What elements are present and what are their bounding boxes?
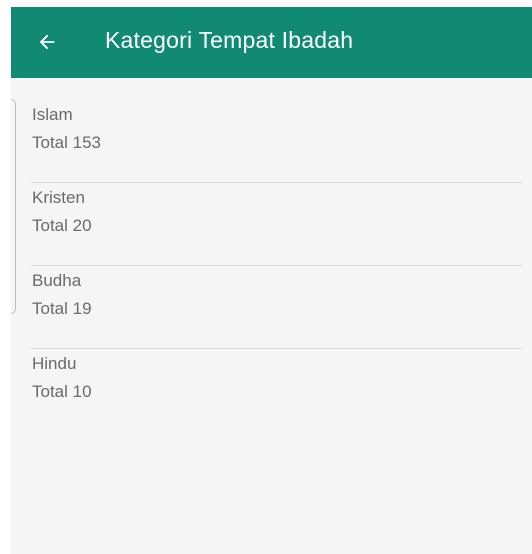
arrow-left-icon xyxy=(39,34,55,50)
item-name: Kristen xyxy=(32,188,85,207)
item-total: Total 19 xyxy=(32,299,92,318)
list-item-kristen[interactable]: Kristen Total 20 xyxy=(11,161,532,244)
item-total: Total 20 xyxy=(32,216,92,235)
app-screen: Kategori Tempat Ibadah Islam Total 153 K… xyxy=(11,7,532,554)
list-item-budha[interactable]: Budha Total 19 xyxy=(11,244,532,327)
list-item-islam[interactable]: Islam Total 153 xyxy=(11,78,532,161)
drawer-edge-handle[interactable] xyxy=(11,99,16,314)
list-item-hindu[interactable]: Hindu Total 10 xyxy=(11,327,532,410)
app-bar: Kategori Tempat Ibadah xyxy=(11,7,532,78)
item-total: Total 10 xyxy=(32,382,92,401)
item-total: Total 153 xyxy=(32,133,101,152)
page-title: Kategori Tempat Ibadah xyxy=(105,27,354,53)
item-name: Islam xyxy=(32,105,73,124)
back-button[interactable] xyxy=(33,28,61,56)
item-name: Hindu xyxy=(32,354,77,373)
item-name: Budha xyxy=(32,271,82,290)
